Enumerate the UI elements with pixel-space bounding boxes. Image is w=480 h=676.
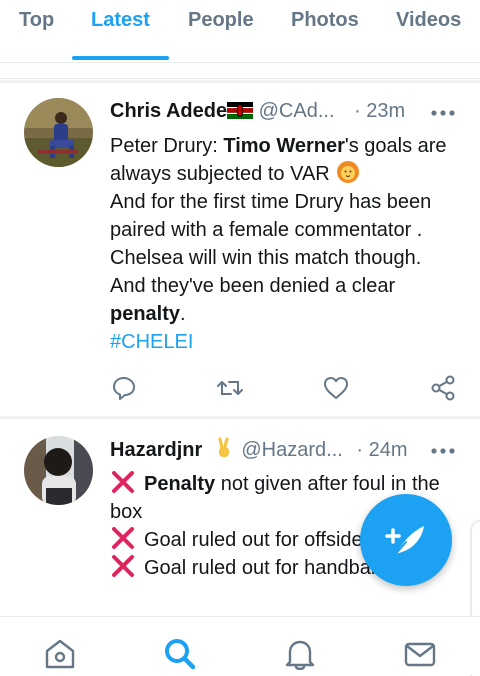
tab-photos[interactable]: Photos [291, 0, 359, 62]
author-name[interactable]: Hazardjnr [110, 439, 202, 461]
compose-tweet-button[interactable] [360, 494, 452, 586]
like-icon[interactable] [322, 374, 350, 402]
tweet-time: · 23m [354, 100, 406, 122]
tweet-header: Hazardjnr @Hazard... · 24m [110, 436, 408, 462]
lion-emoji-icon [337, 161, 360, 183]
tweet-text-segment: . [180, 303, 186, 325]
tweet-text-line: And for the first time Drury has been pa… [110, 191, 432, 241]
tweet-text-segment: Goal ruled out for offside [144, 529, 363, 551]
tweet-text-segment: Peter Drury: [110, 135, 224, 157]
avatar[interactable] [24, 98, 93, 167]
more-options-icon[interactable] [430, 446, 456, 456]
tweet-time: · 24m [356, 439, 408, 461]
tweet-text-bold: Timo Werner [223, 135, 345, 157]
author-handle[interactable]: @CAd... [259, 100, 335, 122]
search-icon[interactable] [163, 637, 197, 671]
compose-tweet-icon [385, 526, 424, 557]
home-icon[interactable] [43, 637, 77, 671]
tab-top[interactable]: Top [19, 0, 54, 62]
tweet-header: Chris Adede @CAd... · 23m [110, 98, 405, 124]
divider [0, 416, 480, 419]
tweet-text: Peter Drury: Timo Werner's goals are alw… [110, 132, 460, 356]
author-handle[interactable]: @Hazard... [241, 439, 342, 461]
tweet-text-segment: And they've been denied a clear [110, 275, 396, 297]
cross-mark-icon [112, 527, 134, 549]
tweet-text-line: Chelsea will win this match though. [110, 247, 422, 269]
kenya-flag-icon [227, 102, 254, 119]
divider [0, 80, 480, 83]
avatar[interactable] [24, 436, 93, 505]
more-options-icon[interactable] [430, 108, 456, 118]
author-name[interactable]: Chris Adede [110, 100, 227, 122]
hashtag-link[interactable]: #CHELEI [110, 328, 460, 356]
tweet-text-segment: Goal ruled out for handball [144, 557, 380, 579]
retweet-icon[interactable] [216, 374, 244, 402]
cross-mark-icon [112, 555, 134, 577]
tweet[interactable]: Chris Adede @CAd... · 23m Peter Drury: T… [0, 84, 480, 414]
tweet-text-bold: Penalty [144, 473, 216, 495]
share-icon[interactable] [429, 374, 457, 402]
notifications-icon[interactable] [283, 637, 317, 671]
tab-videos[interactable]: Videos [396, 0, 461, 62]
victory-hand-emoji-icon [218, 437, 229, 457]
tab-latest[interactable]: Latest [91, 0, 150, 62]
tweet-text-bold: penalty [110, 303, 181, 325]
tab-people[interactable]: People [188, 0, 254, 62]
messages-icon[interactable] [403, 637, 437, 671]
bottom-navigation [0, 616, 480, 675]
cross-mark-icon [112, 471, 134, 493]
search-tabs: Top Latest People Photos Videos [0, 0, 480, 63]
divider [0, 78, 480, 79]
active-tab-indicator [72, 56, 169, 60]
reply-icon[interactable] [110, 374, 138, 402]
